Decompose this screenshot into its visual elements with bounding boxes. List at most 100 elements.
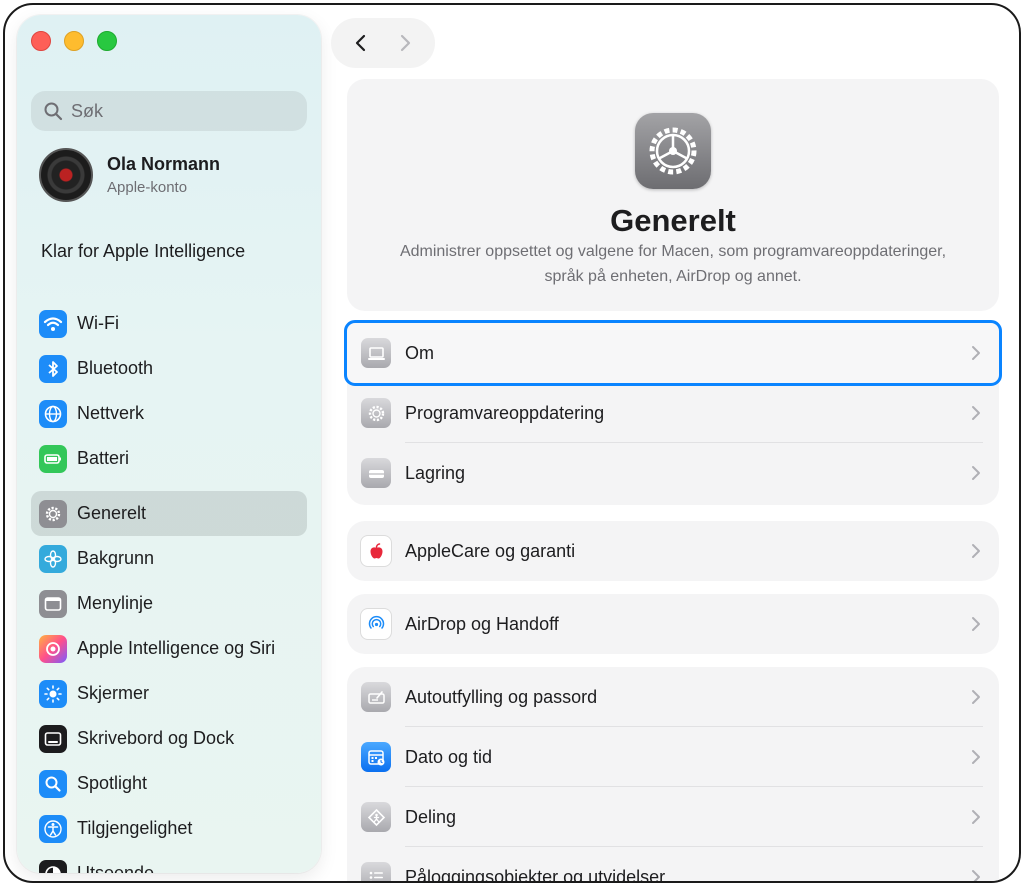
gear-badge-icon [361,398,391,428]
sidebar-group-network: Wi-Fi Bluetooth Nettverk Batteri [31,301,307,481]
brightness-icon [39,679,67,708]
row-label: Lagring [405,462,466,483]
row-applecare[interactable]: AppleCare og garanti [347,521,999,581]
sidebar: Ola Normann Apple-konto Klar for Apple I… [17,15,321,873]
sidebar-item-label: Spotlight [77,773,148,793]
description-line: språk på enheten, AirDrop og annet. [544,268,802,285]
sidebar-item-label: Generelt [77,503,147,523]
sidebar-item-label: Skrivebord og Dock [77,728,235,748]
settings-group-misc: Autoutfylling og passord Dato og tid Del… [347,667,999,883]
sidebar-item-wifi[interactable]: Wi-Fi [31,301,307,346]
sidebar-item-label: Apple Intelligence og Siri [77,638,276,658]
back-button[interactable] [346,28,376,58]
row-storage[interactable]: Lagring [347,443,999,503]
row-autofill-passwords[interactable]: Autoutfylling og passord [347,667,999,727]
chevron-right-icon [972,466,980,480]
sidebar-item-label: Menylinje [77,593,154,613]
menubar-icon [39,589,67,618]
sidebar-item-battery[interactable]: Batteri [31,436,307,481]
row-label: Dato og tid [405,746,493,767]
chevron-right-icon [972,750,980,764]
window-controls [31,31,117,51]
magnifier-icon [39,769,67,798]
gear-icon [39,499,67,528]
row-software-update[interactable]: Programvareoppdatering [347,383,999,443]
chevron-right-icon [972,406,980,420]
general-header: Generelt Administrer oppsettet og valgen… [347,79,999,311]
sharing-icon [361,802,391,832]
sidebar-item-appearance[interactable]: Utseende [31,851,307,873]
row-date-time[interactable]: Dato og tid [347,727,999,787]
sidebar-item-wallpaper[interactable]: Bakgrunn [31,536,307,581]
sidebar-item-label: Wi-Fi [77,313,119,333]
gear-icon [635,113,711,189]
row-label: AirDrop og Handoff [405,613,559,634]
sidebar-item-label: Bakgrunn [77,548,155,568]
sidebar-item-desktop-dock[interactable]: Skrivebord og Dock [31,716,307,761]
sidebar-item-spotlight[interactable]: Spotlight [31,761,307,806]
account-name: Ola Normann [107,154,221,174]
forward-button[interactable] [390,28,420,58]
page-description: Administrer oppsettet og valgene for Mac… [347,239,999,289]
chevron-right-icon [972,810,980,824]
apple-account[interactable]: Ola Normann Apple-konto [39,148,220,202]
sidebar-item-displays[interactable]: Skjermer [31,671,307,716]
laptop-icon [361,338,391,368]
settings-group-about: Om Programvareoppdatering Lagring [344,320,1002,505]
page-title: Generelt [610,203,736,238]
accessibility-icon [39,814,67,843]
sidebar-item-bluetooth[interactable]: Bluetooth [31,346,307,391]
chevron-right-icon [972,617,980,631]
sidebar-group-system: Generelt Bakgrunn Menylinje Apple Intell… [31,491,307,873]
sidebar-item-label: Batteri [77,448,130,468]
row-label: Påloggingsobjekter og utvidelser [405,866,666,883]
row-login-items[interactable]: Påloggingsobjekter og utvidelser [347,847,999,883]
chevron-right-icon [400,34,411,52]
globe-icon [39,399,67,428]
row-sharing[interactable]: Deling [347,787,999,847]
row-label: Om [405,342,434,363]
appearance-icon [39,859,67,873]
settings-group-airdrop: AirDrop og Handoff [347,594,999,654]
row-airdrop-handoff[interactable]: AirDrop og Handoff [347,594,999,654]
history-navigation [331,18,435,68]
settings-window: Ola Normann Apple-konto Klar for Apple I… [3,3,1021,883]
apple-logo-icon [361,536,391,566]
search-input[interactable] [71,100,291,122]
sidebar-item-accessibility[interactable]: Tilgjengelighet [31,806,307,851]
wifi-icon [39,309,67,338]
sidebar-item-label: Nettverk [77,403,145,423]
minimize-window-button[interactable] [64,31,84,51]
bluetooth-icon [39,354,67,383]
chevron-left-icon [355,34,366,52]
sidebar-item-general[interactable]: Generelt [31,491,307,536]
sidebar-item-label: Bluetooth [77,358,154,378]
row-about[interactable]: Om [344,320,1002,386]
list-icon [361,862,391,881]
description-line: Administrer oppsettet og valgene for Mac… [399,243,947,260]
row-label: Autoutfylling og passord [405,686,598,707]
sidebar-item-label: Utseende [77,863,155,873]
airdrop-icon [361,609,391,639]
sidebar-search[interactable] [31,91,307,131]
row-label: AppleCare og garanti [405,540,576,561]
battery-icon [39,444,67,473]
dock-icon [39,724,67,753]
account-subtitle: Apple-konto [107,179,188,196]
sidebar-item-network[interactable]: Nettverk [31,391,307,436]
chevron-right-icon [972,544,980,558]
close-window-button[interactable] [31,31,51,51]
flower-icon [39,544,67,573]
zoom-window-button[interactable] [97,31,117,51]
chevron-right-icon [972,690,980,704]
row-label: Programvareoppdatering [405,402,605,423]
siri-icon [39,634,67,663]
sidebar-item-label: Skjermer [77,683,150,703]
chevron-right-icon [972,346,980,360]
sidebar-item-apple-intelligence-siri[interactable]: Apple Intelligence og Siri [31,626,307,671]
sidebar-item-menubar[interactable]: Menylinje [31,581,307,626]
apple-intelligence-banner[interactable]: Klar for Apple Intelligence [41,241,245,262]
row-label: Deling [405,806,457,827]
chevron-right-icon [972,870,980,881]
avatar [39,148,93,202]
